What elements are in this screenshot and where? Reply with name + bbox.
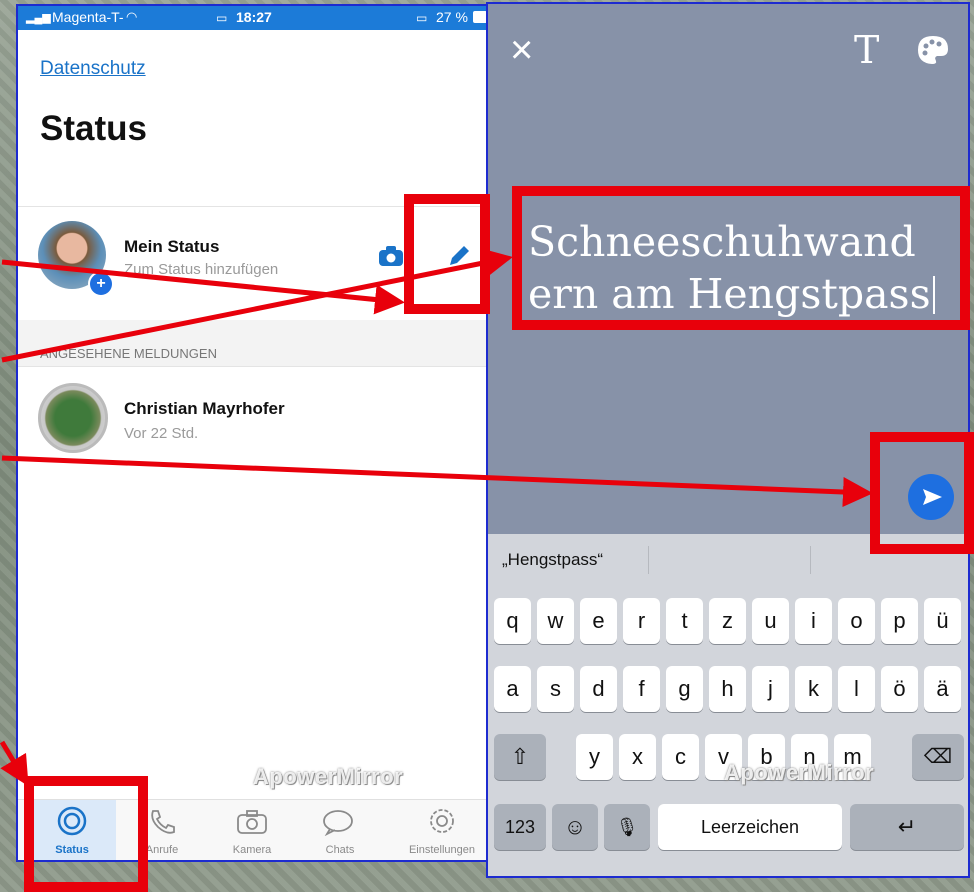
annotation-arrows <box>0 248 873 787</box>
arrow-to-pencil <box>1 259 405 315</box>
highlight-send <box>870 432 974 554</box>
arrow-to-status-tab <box>0 740 29 787</box>
arrow-to-send <box>1 455 873 507</box>
highlight-status-tab <box>24 776 148 892</box>
highlight-text <box>512 186 970 330</box>
highlight-pencil <box>404 194 490 314</box>
